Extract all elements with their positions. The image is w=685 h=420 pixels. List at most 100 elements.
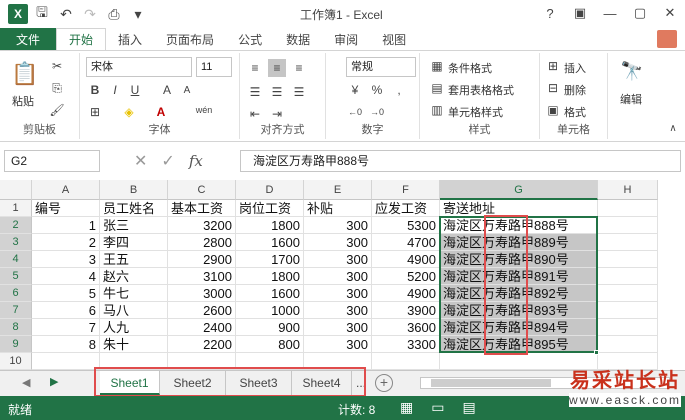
- cell-empty[interactable]: [598, 217, 658, 234]
- table-cell[interactable]: 4700: [372, 234, 440, 251]
- cell-empty[interactable]: [598, 302, 658, 319]
- row-header-4[interactable]: 4: [0, 251, 32, 268]
- column-header-h[interactable]: H: [598, 180, 658, 200]
- table-cell[interactable]: 300: [304, 268, 372, 285]
- page-layout-view-icon[interactable]: ▭: [431, 399, 444, 416]
- maximize-button[interactable]: ▢: [625, 0, 655, 26]
- table-cell[interactable]: 3300: [372, 336, 440, 353]
- close-button[interactable]: ✕: [655, 0, 685, 26]
- header-cell[interactable]: 员工姓名: [100, 200, 168, 217]
- table-cell[interactable]: 人九: [100, 319, 168, 336]
- column-header-f[interactable]: F: [372, 180, 440, 200]
- table-cell[interactable]: 300: [304, 234, 372, 251]
- table-cell[interactable]: 1800: [236, 217, 304, 234]
- bold-button[interactable]: B: [86, 81, 104, 99]
- table-cell[interactable]: 4900: [372, 251, 440, 268]
- cell-empty[interactable]: [598, 251, 658, 268]
- fill-color-icon[interactable]: ◈: [120, 103, 138, 121]
- scroll-sheets-left-icon[interactable]: ◀: [22, 376, 30, 389]
- cell-empty[interactable]: [372, 353, 440, 370]
- cut-icon[interactable]: ✂: [48, 57, 66, 75]
- ribbon-display-button[interactable]: ▣: [565, 0, 595, 26]
- table-cell[interactable]: 2200: [168, 336, 236, 353]
- cell-empty[interactable]: [598, 319, 658, 336]
- decrease-decimal-icon[interactable]: →0: [368, 103, 386, 121]
- undo-icon[interactable]: ↶: [56, 4, 76, 24]
- column-header-a[interactable]: A: [32, 180, 100, 200]
- align-middle-icon[interactable]: ≡: [268, 59, 286, 77]
- customize-qat-icon[interactable]: ▾: [128, 4, 148, 24]
- header-cell[interactable]: 应发工资: [372, 200, 440, 217]
- percent-button[interactable]: %: [368, 81, 386, 99]
- table-cell[interactable]: 3: [32, 251, 100, 268]
- table-cell[interactable]: 3900: [372, 302, 440, 319]
- row-header-10[interactable]: 10: [0, 353, 32, 370]
- save-icon[interactable]: 🖫: [32, 4, 52, 24]
- table-cell[interactable]: 4: [32, 268, 100, 285]
- table-cell[interactable]: 李四: [100, 234, 168, 251]
- cell-empty[interactable]: [598, 285, 658, 302]
- currency-icon[interactable]: ¥: [346, 81, 364, 99]
- table-cell[interactable]: 7: [32, 319, 100, 336]
- table-cell[interactable]: 3200: [168, 217, 236, 234]
- tab-insert[interactable]: 插入: [106, 28, 154, 50]
- phonetic-icon[interactable]: wén: [192, 101, 216, 119]
- copy-icon[interactable]: ⎘: [48, 79, 66, 97]
- table-cell[interactable]: 300: [304, 285, 372, 302]
- column-header-g[interactable]: G: [440, 180, 598, 200]
- table-cell[interactable]: 5: [32, 285, 100, 302]
- row-header-7[interactable]: 7: [0, 302, 32, 319]
- tab-file[interactable]: 文件: [0, 28, 57, 50]
- delete-button[interactable]: 删除: [564, 82, 586, 98]
- align-bottom-icon[interactable]: ≡: [290, 59, 308, 77]
- conditional-format-button[interactable]: 条件格式: [448, 60, 492, 76]
- minimize-button[interactable]: —: [595, 0, 625, 26]
- insert-cells-icon[interactable]: ⊞: [544, 57, 562, 75]
- print-preview-icon[interactable]: ⎙: [104, 4, 124, 24]
- conditional-format-icon[interactable]: ▦: [428, 57, 446, 75]
- row-header-1[interactable]: 1: [0, 200, 32, 217]
- column-header-e[interactable]: E: [304, 180, 372, 200]
- row-header-6[interactable]: 6: [0, 285, 32, 302]
- table-cell[interactable]: 2800: [168, 234, 236, 251]
- align-center-icon[interactable]: ☰: [268, 83, 286, 101]
- header-cell[interactable]: 补贴: [304, 200, 372, 217]
- cancel-icon[interactable]: ✕: [134, 151, 147, 171]
- column-header-d[interactable]: D: [236, 180, 304, 200]
- tab-page-layout[interactable]: 页面布局: [154, 28, 226, 50]
- table-cell[interactable]: 1000: [236, 302, 304, 319]
- table-cell[interactable]: 300: [304, 319, 372, 336]
- page-break-view-icon[interactable]: ▤: [462, 399, 475, 416]
- help-button[interactable]: ?: [535, 0, 565, 26]
- table-cell[interactable]: 4900: [372, 285, 440, 302]
- cell-styles-button[interactable]: 单元格样式: [448, 104, 503, 120]
- format-button[interactable]: 格式: [564, 104, 586, 120]
- align-top-icon[interactable]: ≡: [246, 59, 264, 77]
- paste-label[interactable]: 粘贴: [12, 93, 34, 109]
- borders-icon[interactable]: ⊞: [86, 103, 104, 121]
- table-cell[interactable]: 300: [304, 217, 372, 234]
- table-cell[interactable]: 3000: [168, 285, 236, 302]
- row-header-8[interactable]: 8: [0, 319, 32, 336]
- tab-view[interactable]: 视图: [370, 28, 418, 50]
- row-header-9[interactable]: 9: [0, 336, 32, 353]
- name-box[interactable]: G2: [4, 150, 100, 172]
- table-cell[interactable]: 1600: [236, 285, 304, 302]
- table-cell[interactable]: 1700: [236, 251, 304, 268]
- header-cell[interactable]: 岗位工资: [236, 200, 304, 217]
- scrollbar-thumb[interactable]: [431, 379, 551, 387]
- tab-review[interactable]: 审阅: [322, 28, 370, 50]
- select-all-corner[interactable]: [0, 180, 32, 200]
- header-cell[interactable]: 编号: [32, 200, 100, 217]
- cell-empty[interactable]: [598, 336, 658, 353]
- tab-home[interactable]: 开始: [56, 28, 107, 50]
- add-sheet-icon[interactable]: +: [375, 374, 393, 392]
- table-cell[interactable]: 王五: [100, 251, 168, 268]
- fill-handle[interactable]: [594, 350, 599, 355]
- format-as-table-icon[interactable]: ▤: [428, 79, 446, 97]
- header-cell[interactable]: 基本工资: [168, 200, 236, 217]
- paste-icon[interactable]: 📋: [11, 59, 38, 89]
- collapse-ribbon-icon[interactable]: ∧: [664, 119, 682, 137]
- shrink-font-button[interactable]: A: [178, 81, 196, 99]
- table-cell[interactable]: 2600: [168, 302, 236, 319]
